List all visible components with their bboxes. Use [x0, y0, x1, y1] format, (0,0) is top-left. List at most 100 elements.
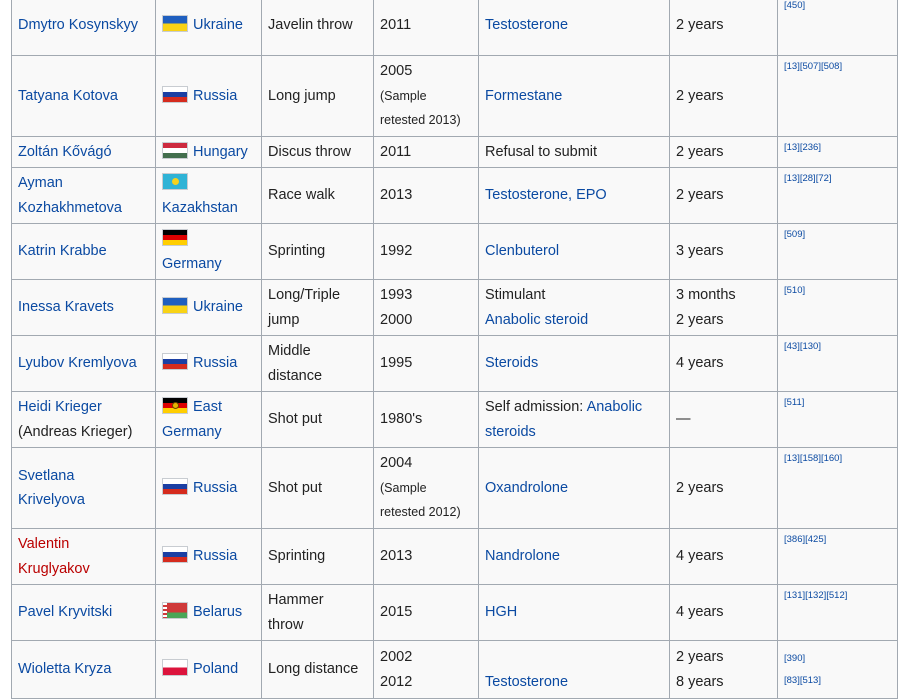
reference-link[interactable]: [13][236] — [784, 141, 891, 155]
athlete-name[interactable]: Inessa Kravets — [18, 299, 114, 315]
table-row: Heidi Krieger (Andreas Krieger) East Germa… — [11, 391, 898, 448]
athlete-cell: Heidi Krieger (Andreas Krieger) — [11, 391, 156, 448]
year-cell: 2004 (Sample retested 2012) — [373, 447, 479, 529]
references-cell: [511] — [777, 391, 898, 448]
substance-link[interactable]: Oxandrolone — [485, 480, 568, 496]
event-text: Shot put — [268, 411, 323, 428]
event-cell: Sprinting — [261, 223, 374, 280]
substance-link[interactable]: Clenbuterol — [485, 243, 559, 259]
athlete-name[interactable]: Katrin Krabbe — [18, 243, 107, 259]
references-cell: [13][507][508] — [777, 55, 898, 137]
athlete-cell: Valentin Kruglyakov — [11, 528, 156, 585]
reference-link[interactable]: [13][158][160] — [784, 452, 891, 466]
substance-link[interactable]: Testosterone, EPO — [485, 187, 607, 203]
event-text: Sprinting — [268, 548, 326, 565]
athlete-name[interactable]: Krivelyova — [18, 492, 85, 508]
reference-link[interactable]: [131][132][512] — [784, 589, 891, 603]
reference-link[interactable]: [43][130] — [784, 340, 891, 354]
table-row: Valentin Kruglyakov Russia Sprinting 2013 Nan… — [11, 528, 898, 585]
ban-text: 2 years — [676, 16, 724, 33]
year-text: 1995 — [380, 355, 413, 372]
athlete-name[interactable]: Dmytro Kosynskyy — [18, 17, 138, 33]
year-text: retested 2013) — [380, 113, 461, 128]
event-cell: Javelin throw — [261, 0, 374, 56]
reference-link[interactable]: [390] — [784, 652, 891, 666]
athlete-name[interactable]: Wioletta Kryza — [18, 661, 111, 677]
athlete-cell: Inessa Kravets — [11, 279, 156, 336]
ban-text: 4 years — [676, 604, 724, 621]
ban-text: 2 years — [676, 479, 724, 496]
country-link[interactable]: Germany — [162, 256, 222, 272]
year-cell: 1993 2000 — [373, 279, 479, 336]
ban-cell: 2 years 8 years — [669, 640, 778, 699]
reference-link[interactable]: [83][513] — [784, 674, 891, 688]
country-link[interactable]: Russia — [193, 88, 237, 104]
athlete-name[interactable]: Zoltán Kővágó — [18, 144, 112, 160]
country-cell: Germany — [155, 223, 262, 280]
kazakhstan-flag-icon — [162, 173, 188, 190]
ban-text: 2 years — [676, 187, 724, 204]
reference-link[interactable]: [511] — [784, 396, 891, 410]
country-cell: Russia — [155, 447, 262, 529]
table-row: Pavel Kryvitski Belarus Hammer throw 2015 HGH… — [11, 584, 898, 641]
event-cell: Long jump — [261, 55, 374, 137]
ban-text: 2 years — [676, 311, 724, 328]
reference-link[interactable]: [450] — [784, 0, 891, 13]
athlete-name[interactable]: Heidi Krieger — [18, 399, 102, 415]
country-link[interactable]: Ukraine — [193, 299, 243, 315]
year-cell: 2013 — [373, 528, 479, 585]
athlete-name[interactable]: Svetlana — [18, 468, 74, 484]
athlete-name[interactable]: Kozhakhmetova — [18, 200, 122, 216]
references-cell: [390] [83][513] — [777, 640, 898, 699]
table-row: Ayman Kozhakhmetova Kazakhstan Race walk 201… — [11, 167, 898, 224]
country-cell: Russia — [155, 528, 262, 585]
ban-text: 4 years — [676, 355, 724, 372]
substance-text: Refusal to submit — [485, 143, 598, 160]
athlete-name[interactable]: Kruglyakov — [18, 561, 90, 577]
table-row: Katrin Krabbe Germany Sprinting 1992 Clenbut… — [11, 223, 898, 280]
reference-link[interactable]: [509] — [784, 228, 891, 242]
year-cell: 1995 — [373, 335, 479, 392]
year-text: 2013 — [380, 548, 413, 565]
athlete-cell: Pavel Kryvitski — [11, 584, 156, 641]
event-text: Long jump — [268, 87, 336, 104]
country-link[interactable]: Belarus — [193, 604, 242, 620]
substance-link[interactable]: Nandrolone — [485, 548, 560, 564]
country-link[interactable]: Russia — [193, 480, 237, 496]
substance-link[interactable]: Formestane — [485, 88, 562, 104]
ukraine-flag-icon — [162, 14, 188, 32]
reference-link[interactable]: [13][507][508] — [784, 60, 891, 74]
year-text: 2000 — [380, 311, 413, 328]
athlete-name[interactable]: Tatyana Kotova — [18, 88, 118, 104]
athlete-cell: Ayman Kozhakhmetova — [11, 167, 156, 224]
athlete-name[interactable]: Lyubov Kremlyova — [18, 355, 137, 371]
substance-link[interactable]: HGH — [485, 604, 517, 620]
event-cell: Long/Triple jump — [261, 279, 374, 336]
country-link[interactable]: Hungary — [193, 144, 248, 160]
athlete-cell: Tatyana Kotova — [11, 55, 156, 137]
reference-link[interactable]: [386][425] — [784, 533, 891, 547]
year-text: 1993 — [380, 287, 413, 303]
athlete-name[interactable]: Ayman — [18, 175, 63, 191]
substance-link[interactable]: Testosterone — [485, 17, 568, 33]
athlete-name[interactable]: Valentin — [18, 536, 69, 552]
country-link[interactable]: Russia — [193, 355, 237, 371]
reference-link[interactable]: [510] — [784, 284, 891, 298]
substance-link[interactable]: Anabolic steroid — [485, 312, 588, 328]
country-link[interactable]: Kazakhstan — [162, 200, 238, 216]
substance-cell: Self admission: Anabolic steroids — [478, 391, 670, 448]
ban-cell: — — [669, 391, 778, 448]
athlete-cell: Lyubov Kremlyova — [11, 335, 156, 392]
country-link[interactable]: Ukraine — [193, 17, 243, 33]
substance-link[interactable]: Testosterone — [485, 674, 568, 690]
references-cell: [509] — [777, 223, 898, 280]
country-link[interactable]: Russia — [193, 548, 237, 564]
reference-link[interactable]: [13][28][72] — [784, 172, 891, 186]
year-text: 2011 — [380, 143, 412, 160]
athlete-name[interactable]: Pavel Kryvitski — [18, 604, 112, 620]
substance-link[interactable]: Steroids — [485, 355, 538, 371]
country-link[interactable]: Poland — [193, 661, 238, 677]
year-text: 2015 — [380, 604, 413, 621]
year-text: 2002 — [380, 649, 413, 665]
athlete-cell: Zoltán Kővágó — [11, 136, 156, 168]
